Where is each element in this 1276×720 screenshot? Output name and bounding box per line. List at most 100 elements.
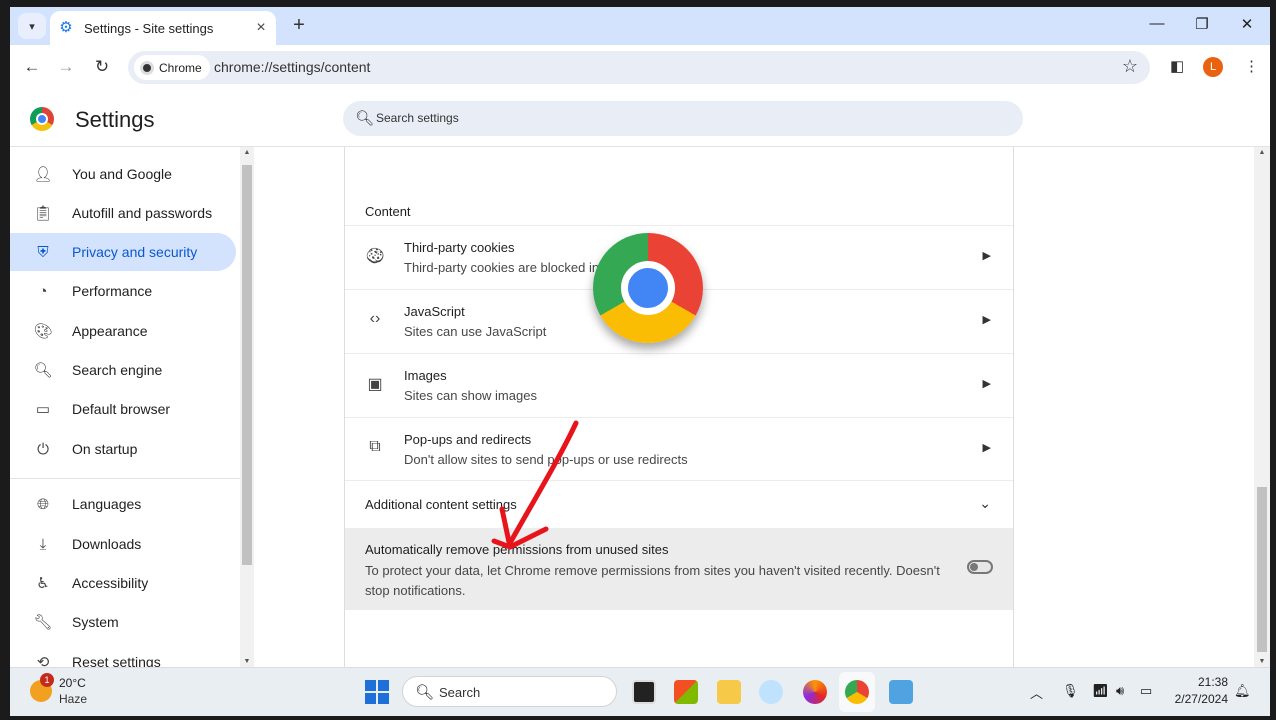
- search-settings-input[interactable]: 🔍︎ Search settings: [343, 101, 1023, 136]
- menu-icon[interactable]: ⋮: [1244, 57, 1259, 75]
- section-title: Content: [365, 204, 411, 219]
- microphone-icon[interactable]: 🎙︎: [1062, 683, 1079, 699]
- browser-window-icon: ▭: [35, 401, 51, 418]
- sidebar-item-label: Accessibility: [72, 575, 149, 591]
- browser-window: ▾ ⚙ Settings - Site settings × + — ❐ ✕ ←…: [10, 7, 1270, 716]
- toolbar: ← → ↻ Chrome chrome://settings/content ☆…: [10, 45, 1270, 90]
- notification-bell-icon[interactable]: 🔔︎: [1234, 683, 1251, 699]
- red-arrow-annotation: [491, 420, 579, 550]
- sidebar-item-autofill[interactable]: 📋︎ Autofill and passwords: [10, 194, 236, 232]
- minimize-button[interactable]: —: [1142, 15, 1172, 32]
- taskbar-date[interactable]: 2/27/2024: [1160, 692, 1228, 706]
- image-icon: ▣: [367, 376, 383, 393]
- url-text[interactable]: chrome://settings/content: [214, 59, 370, 75]
- page-title: Settings: [75, 107, 155, 132]
- volume-icon[interactable]: 🔊︎: [1116, 683, 1124, 699]
- sidebar-item-label: Search engine: [72, 362, 163, 378]
- sidebar-item-search-engine[interactable]: 🔍︎ Search engine: [10, 351, 236, 389]
- tab-strip: ▾ ⚙ Settings - Site settings × + — ❐ ✕: [10, 7, 1270, 45]
- additional-content-settings[interactable]: Additional content settings ⌄: [345, 480, 1013, 528]
- task-view-icon[interactable]: [632, 680, 656, 704]
- row-popups-redirects[interactable]: ⧉ Pop-ups and redirects Don't allow site…: [345, 417, 1013, 481]
- chrome-logo-icon: [30, 107, 54, 131]
- scroll-up-arrow[interactable]: ▲: [1254, 149, 1270, 156]
- new-tab-button[interactable]: +: [286, 13, 312, 39]
- sidebar-item-performance[interactable]: ◔ Performance: [10, 272, 236, 310]
- profile-avatar[interactable]: L: [1203, 57, 1223, 77]
- palette-icon: 🎨︎: [33, 323, 53, 340]
- restore-button[interactable]: ❐: [1187, 15, 1217, 33]
- auto-remove-toggle[interactable]: [967, 560, 993, 574]
- sidebar-item-appearance[interactable]: 🎨︎ Appearance: [10, 312, 236, 350]
- arrow-right-icon: ▶: [982, 314, 991, 326]
- taskbar-search-label: Search: [439, 685, 481, 700]
- address-bar[interactable]: Chrome chrome://settings/content ☆: [128, 51, 1150, 84]
- bookmark-star-icon[interactable]: ☆: [1122, 56, 1138, 77]
- weather-desc[interactable]: Haze: [59, 692, 87, 706]
- row-title: Third-party cookies: [404, 240, 515, 255]
- taskbar-search[interactable]: 🔍︎ Search: [402, 676, 617, 707]
- tab-title: Settings - Site settings: [84, 20, 214, 36]
- sidebar-item-downloads[interactable]: ⤓ Downloads: [10, 525, 236, 563]
- sidebar: 👤︎ You and Google 📋︎ Autofill and passwo…: [10, 147, 240, 667]
- open-in-new-icon: ⧉: [369, 438, 381, 455]
- store-icon[interactable]: [674, 680, 698, 704]
- taskbar-time[interactable]: 21:38: [1170, 675, 1228, 689]
- sidebar-item-on-startup[interactable]: ⏻ On startup: [10, 430, 236, 468]
- search-icon: 🔍︎: [415, 684, 435, 701]
- sidebar-item-label: Appearance: [72, 323, 148, 339]
- row-images[interactable]: ▣ Images Sites can show images ▶: [345, 353, 1013, 417]
- clipboard-icon: 📋︎: [33, 205, 53, 222]
- windows-start-icon[interactable]: [365, 680, 389, 704]
- scrollbar-thumb[interactable]: [242, 165, 252, 565]
- reset-icon: ⟲: [36, 654, 50, 667]
- auto-remove-description: To protect your data, let Chrome remove …: [365, 563, 940, 598]
- row-subtitle: Sites can show images: [404, 388, 537, 403]
- row-title: JavaScript: [404, 304, 465, 319]
- toggle-knob: [970, 563, 978, 571]
- reload-button[interactable]: ↻: [90, 55, 114, 79]
- sidebar-item-accessibility[interactable]: ♿︎ Accessibility: [10, 564, 236, 602]
- main-scrollbar[interactable]: ▲ ▼: [1254, 147, 1270, 667]
- close-window-button[interactable]: ✕: [1232, 15, 1262, 33]
- chevron-up-icon[interactable]: ︿: [1030, 683, 1043, 702]
- forward-button[interactable]: →: [54, 55, 78, 79]
- sidebar-item-label: Reset settings: [72, 654, 161, 667]
- battery-icon[interactable]: ▭: [1140, 683, 1152, 699]
- row-title: Images: [404, 368, 447, 383]
- sidebar-item-reset-settings[interactable]: ⟲ Reset settings: [10, 643, 236, 667]
- sidebar-item-system[interactable]: 🔧︎ System: [10, 603, 236, 641]
- globe-icon: 🌐︎: [36, 495, 49, 513]
- cookie-icon: 🍪︎: [364, 248, 386, 265]
- close-tab-icon[interactable]: ×: [252, 19, 270, 37]
- chrome-icon: [140, 60, 154, 75]
- site-info-chip[interactable]: Chrome: [134, 55, 210, 80]
- sidebar-item-label: Downloads: [72, 536, 142, 552]
- firefox-icon[interactable]: [803, 680, 827, 704]
- weather-temp[interactable]: 20°C: [59, 676, 86, 690]
- scroll-down-arrow[interactable]: ▼: [240, 658, 254, 665]
- chrome-taskbar-icon[interactable]: [845, 680, 869, 704]
- scroll-down-arrow[interactable]: ▼: [1254, 658, 1270, 665]
- sidebar-item-privacy[interactable]: ⛨ Privacy and security: [10, 233, 236, 271]
- sidebar-scrollbar[interactable]: ▲ ▼: [240, 147, 254, 667]
- side-panel-icon[interactable]: ◧: [1170, 57, 1184, 75]
- wifi-icon[interactable]: 📶︎: [1092, 683, 1109, 699]
- cortana-icon[interactable]: [759, 680, 783, 704]
- scrollbar-thumb[interactable]: [1257, 487, 1267, 652]
- scroll-up-arrow[interactable]: ▲: [240, 149, 254, 156]
- file-explorer-icon[interactable]: [717, 680, 741, 704]
- notepad-icon[interactable]: [889, 680, 913, 704]
- sidebar-item-default-browser[interactable]: ▭ Default browser: [10, 390, 236, 428]
- person-icon: 👤︎: [33, 166, 53, 183]
- sidebar-divider: [10, 478, 240, 479]
- sidebar-item-languages[interactable]: 🌐︎ Languages: [10, 485, 236, 523]
- tab-search-button[interactable]: ▾: [18, 13, 46, 39]
- sidebar-item-label: Languages: [72, 496, 142, 512]
- back-button[interactable]: ←: [20, 55, 44, 79]
- sidebar-item-you-and-google[interactable]: 👤︎ You and Google: [10, 155, 236, 193]
- tab-settings[interactable]: ⚙ Settings - Site settings ×: [50, 11, 276, 45]
- row-subtitle: Sites can use JavaScript: [404, 324, 547, 339]
- search-placeholder: Search settings: [376, 111, 459, 125]
- chrome-logo-overlay: [593, 233, 703, 343]
